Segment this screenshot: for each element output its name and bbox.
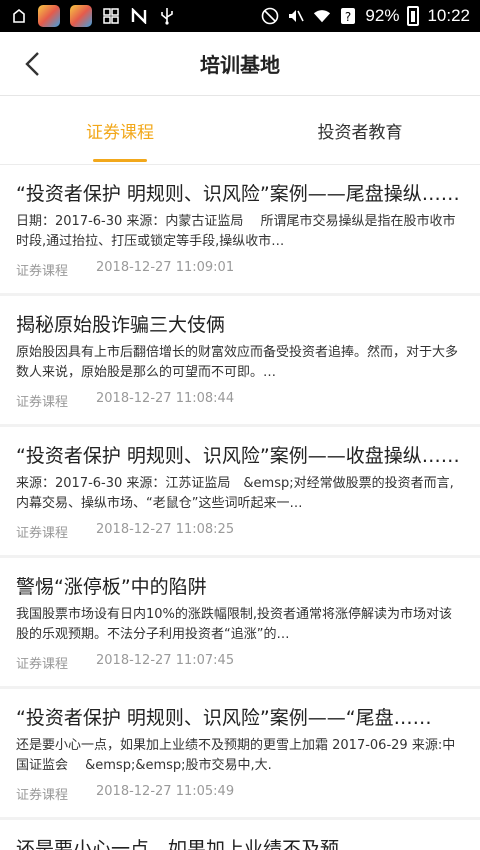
item-title: “投资者保护 明规则、识风险”案例——“尾盘…… <box>16 707 432 729</box>
wifi-icon <box>313 7 331 25</box>
header: 培训基地 <box>0 32 480 96</box>
status-bar-left <box>10 5 176 27</box>
article-list[interactable]: “投资者保护 明规则、识风险”案例——尾盘操纵…… 日期：2017-6-30 来… <box>0 165 480 850</box>
list-item[interactable]: “投资者保护 明规则、识风险”案例——尾盘操纵…… 日期：2017-6-30 来… <box>0 165 480 293</box>
tab-securities-courses[interactable]: 证券课程 <box>0 97 240 164</box>
item-snippet: 来源：2017-6-30 来源：江苏证监局 &emsp;对经常做股票的投资者而言… <box>16 476 454 511</box>
item-meta: 证券课程 2018-12-27 11:08:25 <box>16 522 464 541</box>
item-datetime: 2018-12-27 11:08:25 <box>96 522 235 537</box>
notification-icon <box>10 7 28 25</box>
item-datetime: 2018-12-27 11:05:49 <box>96 784 235 799</box>
item-snippet: 原始股因具有上市后翻倍增长的财富效应而备受投资者追捧。然而，对于大多数人来说，原… <box>16 345 459 380</box>
status-bar-right: ? 92% 10:22 <box>261 6 470 26</box>
list-item[interactable]: “投资者保护 明规则、识风险”案例——收盘操纵…… 来源：2017-6-30 来… <box>0 427 480 555</box>
item-meta: 证券课程 2018-12-27 11:05:49 <box>16 784 464 803</box>
item-category: 证券课程 <box>16 264 69 279</box>
do-not-disturb-icon <box>261 7 279 25</box>
tab-label: 证券课程 <box>86 123 154 143</box>
grid-app-icon <box>102 7 120 25</box>
tab-investor-education[interactable]: 投资者教育 <box>240 97 480 164</box>
item-datetime: 2018-12-27 11:07:45 <box>96 653 235 668</box>
battery-percent: 92% <box>365 6 400 25</box>
item-title: “投资者保护 明规则、识风险”案例——尾盘操纵…… <box>16 183 460 205</box>
list-item[interactable]: 警惕“涨停板”中的陷阱 我国股票市场设有日内10%的涨跌幅限制,投资者通常将涨停… <box>0 558 480 686</box>
n-app-icon <box>130 7 148 25</box>
item-snippet: 我国股票市场设有日内10%的涨跌幅限制,投资者通常将涨停解读为市场对该股的乐观预… <box>16 607 453 642</box>
item-title: 还是要小心一点，如果加上业绩不及预 <box>16 838 340 850</box>
item-title: “投资者保护 明规则、识风险”案例——收盘操纵…… <box>16 445 460 467</box>
chevron-left-icon <box>25 52 39 76</box>
tab-label: 投资者教育 <box>317 123 403 143</box>
usb-icon <box>158 7 176 25</box>
clock: 10:22 <box>427 6 470 25</box>
tab-active-indicator <box>93 159 147 162</box>
item-meta: 证券课程 2018-12-27 11:07:45 <box>16 653 464 672</box>
status-bar: ? 92% 10:22 <box>0 0 480 32</box>
list-item[interactable]: “投资者保护 明规则、识风险”案例——“尾盘…… 还是要小心一点，如果加上业绩不… <box>0 689 480 817</box>
battery-icon <box>407 6 420 26</box>
item-snippet: 还是要小心一点，如果加上业绩不及预期的更雪上加霜 2017-06-29 来源:中… <box>16 738 456 773</box>
svg-text:?: ? <box>345 10 351 24</box>
item-category: 证券课程 <box>16 395 69 410</box>
item-datetime: 2018-12-27 11:08:44 <box>96 391 235 406</box>
page-title: 培训基地 <box>200 53 280 77</box>
item-category: 证券课程 <box>16 526 69 541</box>
list-item[interactable]: 揭秘原始股诈骗三大伎俩 原始股因具有上市后翻倍增长的财富效应而备受投资者追捧。然… <box>0 296 480 424</box>
item-title: 揭秘原始股诈骗三大伎俩 <box>16 314 226 336</box>
back-button[interactable] <box>14 46 50 82</box>
app-notification-icon <box>70 5 92 27</box>
item-category: 证券课程 <box>16 788 69 803</box>
item-datetime: 2018-12-27 11:09:01 <box>96 260 235 275</box>
item-meta: 证券课程 2018-12-27 11:09:01 <box>16 260 464 279</box>
list-item[interactable]: 还是要小心一点，如果加上业绩不及预 <box>0 820 480 850</box>
item-snippet: 日期：2017-6-30 来源：内蒙古证监局 所谓尾市交易操纵是指在股市收市时段… <box>16 214 456 249</box>
tab-bar: 证券课程 投资者教育 <box>0 97 480 165</box>
app-notification-icon <box>38 5 60 27</box>
item-category: 证券课程 <box>16 657 69 672</box>
mute-icon <box>287 7 305 25</box>
signal-icon: ? <box>339 7 357 25</box>
item-title: 警惕“涨停板”中的陷阱 <box>16 576 207 598</box>
item-meta: 证券课程 2018-12-27 11:08:44 <box>16 391 464 410</box>
